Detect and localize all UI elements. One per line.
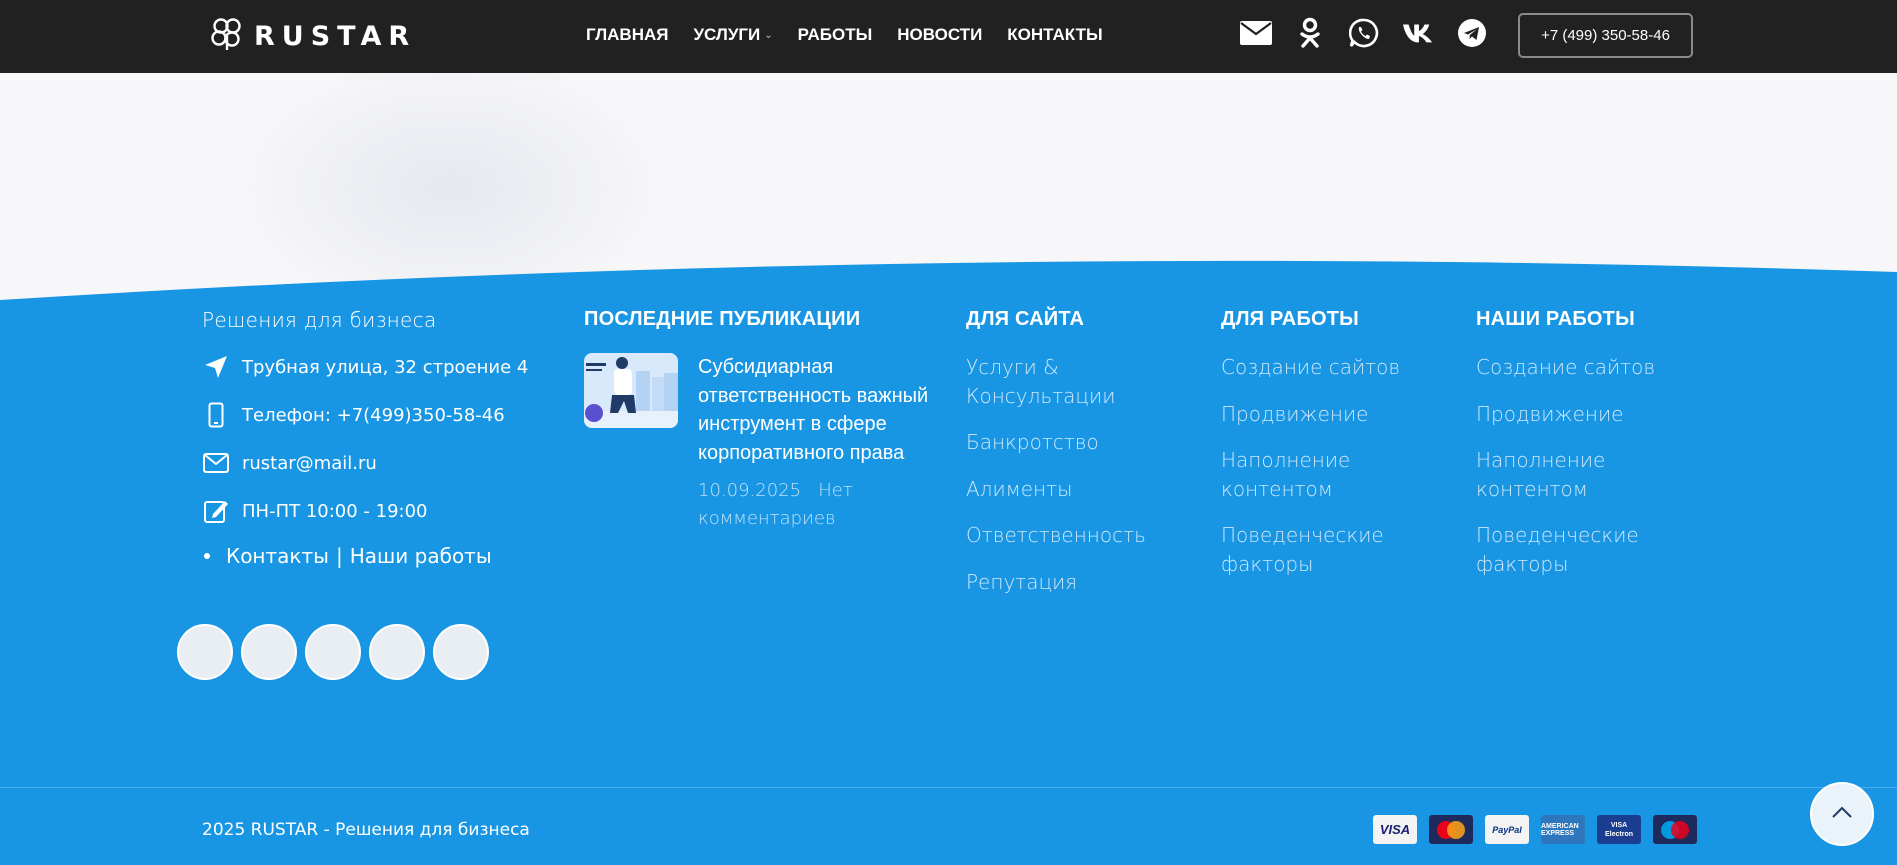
page: RUSTAR ГЛАВНАЯ УСЛУГИ ⌄ РАБОТЫ НОВОСТИ КО… (0, 0, 1897, 865)
mastercard-icon (1429, 815, 1473, 844)
chevron-down-icon: ⌄ (764, 29, 773, 41)
footer-link-content[interactable]: Наполнение контентом (1221, 446, 1461, 503)
nav-item-home[interactable]: ГЛАВНАЯ (586, 25, 668, 45)
payment-methods: VISA PayPal AMERICAN EXPRESS VISA Electr… (1373, 815, 1697, 844)
maestro-icon (1653, 815, 1697, 844)
our-works-column: НАШИ РАБОТЫ Создание сайтов Продвижение … (1476, 308, 1716, 578)
main-nav: ГЛАВНАЯ УСЛУГИ ⌄ РАБОТЫ НОВОСТИ КОНТАКТЫ (586, 25, 1103, 45)
nav-label: НОВОСТИ (897, 25, 983, 44)
for-work-links: Создание сайтов Продвижение Наполнение к… (1221, 353, 1461, 578)
footer-tagline: Решения для бизнеса (202, 308, 437, 332)
for-site-column: ДЛЯ САЙТА Услуги & Консультации Банкротс… (966, 308, 1206, 596)
mobile-phone-icon (202, 401, 230, 429)
links-separator: | (335, 544, 343, 568)
footer-quick-links: Контакты | Наши работы (202, 544, 562, 568)
location-arrow-icon (202, 353, 230, 381)
for-site-links: Услуги & Консультации Банкротство Алимен… (966, 353, 1206, 596)
envelope-icon (202, 449, 230, 477)
our-works-links: Создание сайтов Продвижение Наполнение к… (1476, 353, 1716, 578)
footer-link-website-creation[interactable]: Создание сайтов (1221, 353, 1461, 382)
visa-electron-top: VISA (1610, 821, 1628, 829)
hours-text: ПН-ПТ 10:00 - 19:00 (242, 500, 428, 522)
nav-label: КОНТАКТЫ (1007, 25, 1103, 44)
footer-link-content[interactable]: Наполнение контентом (1476, 446, 1716, 503)
footer-divider (0, 787, 1897, 788)
nav-label: УСЛУГИ (693, 25, 761, 44)
edit-icon (202, 497, 230, 525)
visa-electron-icon: VISA Electron (1597, 815, 1641, 844)
social-links (1240, 17, 1488, 49)
amex-icon: AMERICAN EXPRESS (1541, 815, 1585, 844)
for-work-column: ДЛЯ РАБОТЫ Создание сайтов Продвижение Н… (1221, 308, 1461, 578)
vk-icon[interactable] (1402, 17, 1434, 49)
column-title: НАШИ РАБОТЫ (1476, 308, 1635, 330)
footer-link-behavioral-factors[interactable]: Поведенческие факторы (1221, 521, 1461, 578)
address-row: Трубная улица, 32 строение 4 (202, 354, 562, 380)
scroll-to-top-button[interactable] (1810, 782, 1874, 846)
footer-link-alimony[interactable]: Алименты (966, 475, 1206, 504)
nav-item-services[interactable]: УСЛУГИ ⌄ (693, 25, 772, 45)
publication-body: Субсидиарная ответственность важный инст… (698, 353, 934, 533)
top-navbar: RUSTAR ГЛАВНАЯ УСЛУГИ ⌄ РАБОТЫ НОВОСТИ КО… (0, 0, 1897, 73)
footer-link-website-creation[interactable]: Создание сайтов (1476, 353, 1716, 382)
footer-link-promotion[interactable]: Продвижение (1221, 400, 1461, 429)
column-title: ДЛЯ САЙТА (966, 308, 1085, 330)
social-circle-button[interactable] (305, 624, 361, 680)
email-row: rustar@mail.ru (202, 450, 562, 476)
copyright-text: 2025 RUSTAR - Решения для бизнеса (202, 820, 530, 840)
phone-link[interactable]: Телефон: +7(499)350-58-46 (242, 405, 505, 426)
nav-label: ГЛАВНАЯ (586, 25, 669, 44)
footer-link-liability[interactable]: Ответственность (966, 521, 1206, 550)
visa-icon: VISA (1373, 815, 1417, 844)
nav-item-news[interactable]: НОВОСТИ (897, 25, 982, 45)
chevron-up-icon (1831, 805, 1853, 824)
clover-logo-icon (210, 16, 244, 57)
social-circle-button[interactable] (433, 624, 489, 680)
nav-item-works[interactable]: РАБОТЫ (798, 25, 873, 45)
whatsapp-icon[interactable] (1348, 17, 1380, 49)
header-phone-button[interactable]: +7 (499) 350-58-46 (1518, 13, 1693, 58)
hours-row: ПН-ПТ 10:00 - 19:00 (202, 498, 562, 524)
publication-item: Субсидиарная ответственность важный инст… (584, 353, 934, 533)
footer-link-behavioral-factors[interactable]: Поведенческие факторы (1476, 521, 1716, 578)
logo-text: RUSTAR (254, 21, 417, 52)
logo[interactable]: RUSTAR (210, 16, 416, 57)
publication-title-link[interactable]: Субсидиарная ответственность важный инст… (698, 356, 928, 464)
footer-link-reputation[interactable]: Репутация (966, 568, 1206, 597)
our-works-link[interactable]: Наши работы (350, 544, 492, 568)
social-circle-button[interactable] (369, 624, 425, 680)
telegram-icon[interactable] (1456, 17, 1488, 49)
footer-wave-divider (0, 260, 1897, 320)
paypal-icon: PayPal (1485, 815, 1529, 844)
email-link[interactable]: rustar@mail.ru (242, 453, 377, 474)
publication-thumbnail[interactable] (584, 353, 678, 428)
footer-link-promotion[interactable]: Продвижение (1476, 400, 1716, 429)
social-circle-button[interactable] (177, 624, 233, 680)
column-title: ДЛЯ РАБОТЫ (1221, 308, 1359, 330)
social-circle-button[interactable] (241, 624, 297, 680)
nav-item-contacts[interactable]: КОНТАКТЫ (1007, 25, 1102, 45)
bullet-dot (204, 553, 210, 559)
visa-electron-bottom: Electron (1604, 830, 1633, 838)
column-title: ПОСЛЕДНИЕ ПУБЛИКАЦИИ (584, 308, 861, 330)
latest-publications-column: ПОСЛЕДНИЕ ПУБЛИКАЦИИ Субсидиарная ответс… (584, 308, 934, 533)
contacts-link[interactable]: Контакты (226, 544, 329, 568)
mail-icon[interactable] (1240, 17, 1272, 49)
odnoklassniki-icon[interactable] (1294, 17, 1326, 49)
address-text: Трубная улица, 32 строение 4 (242, 356, 529, 378)
nav-label: РАБОТЫ (797, 25, 873, 44)
footer-social-circles (177, 624, 489, 680)
footer-contacts-column: Решения для бизнеса Трубная улица, 32 ст… (202, 308, 562, 568)
footer-link-services[interactable]: Услуги & Консультации (966, 353, 1206, 410)
phone-row: Телефон: +7(499)350-58-46 (202, 402, 562, 428)
footer-link-bankruptcy[interactable]: Банкротство (966, 428, 1206, 457)
publication-meta: 10.09.2025 Нет комментариев (698, 477, 934, 533)
publication-date: 10.09.2025 (698, 480, 802, 501)
